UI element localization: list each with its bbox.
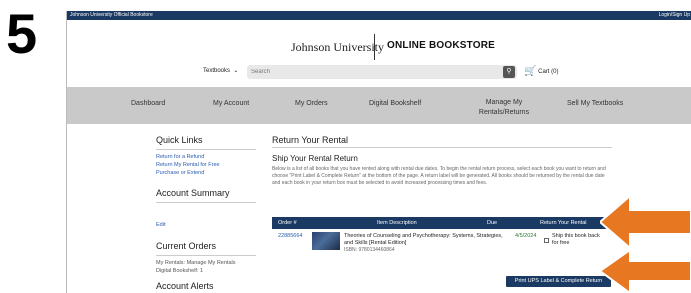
ship-book-checkbox[interactable] [544, 238, 549, 243]
chevron-down-icon: ⌄ [231, 68, 239, 74]
instructions-text: Below is a list of all books that you ha… [272, 166, 606, 186]
university-logo[interactable]: Johnson University [291, 40, 384, 55]
pointer-arrow-icon [600, 196, 691, 248]
cart-link[interactable]: 🛒 Cart (0) [524, 66, 558, 77]
nav-digital-bookshelf[interactable]: Digital Bookshelf [369, 99, 421, 109]
rentals-table-header: Order # Item Description Due Return Your… [272, 217, 612, 229]
print-label-button[interactable]: Print UPS Label & Complete Return [506, 276, 611, 287]
due-date: 4/5/2024 [515, 233, 537, 239]
search-row: Textbooks ⌄ ⚲ 🛒 Cart (0) [67, 64, 691, 82]
category-dropdown[interactable]: Textbooks ⌄ [203, 67, 238, 74]
divider [272, 147, 612, 148]
sidebar: Quick Links Return for a Refund Return M… [156, 135, 256, 293]
current-orders-bookshelf: Digital Bookshelf: 1 [156, 268, 204, 274]
search-input[interactable] [251, 67, 491, 77]
category-dropdown-label: Textbooks [203, 68, 231, 74]
link-return-rental[interactable]: Return My Rental for Free [156, 161, 256, 169]
store-tagline: Johnson University Official Bookstore [70, 12, 153, 18]
order-number-link[interactable]: 22885664 [278, 233, 302, 239]
divider [156, 255, 256, 256]
brand-divider [374, 34, 375, 60]
edit-link[interactable]: Edit [156, 221, 256, 229]
account-summary-heading: Account Summary [156, 188, 230, 198]
cart-icon: 🛒 [524, 66, 537, 77]
nav-dashboard[interactable]: Dashboard [131, 99, 165, 109]
nav-my-account[interactable]: My Account [213, 99, 249, 109]
quick-links-heading: Quick Links [156, 135, 203, 145]
book-cover-image [312, 232, 340, 250]
book-isbn: ISBN: 9780134460864 [344, 247, 395, 253]
login-link[interactable]: Login/Sign Up [659, 11, 690, 20]
step-number: 5 [6, 2, 38, 65]
col-return: Return Your Rental [540, 220, 587, 226]
pointer-arrow-icon [600, 250, 691, 293]
main-nav: Dashboard My Account My Orders Digital B… [67, 87, 691, 124]
col-item-description: Item Description [377, 220, 417, 226]
cart-label: Cart (0) [538, 69, 559, 76]
page-title: Return Your Rental [272, 135, 349, 145]
nav-manage-rentals[interactable]: Manage My Rentals/Returns [469, 98, 539, 118]
top-bar: Johnson University Official Bookstore Lo… [67, 11, 691, 20]
main-content: Return Your Rental Ship Your Rental Retu… [272, 135, 612, 287]
brand-header: Johnson University ONLINE BOOKSTORE [67, 32, 691, 62]
store-logo[interactable]: ONLINE BOOKSTORE [387, 40, 495, 51]
link-purchase-extend[interactable]: Purchase or Extend [156, 169, 256, 177]
search-box: ⚲ [247, 65, 517, 79]
section-title: Ship Your Rental Return [272, 154, 358, 163]
current-orders-heading: Current Orders [156, 241, 217, 251]
account-alerts-heading: Account Alerts [156, 281, 214, 291]
table-row: 22885664 Theories of Counseling and Psyc… [272, 231, 612, 263]
book-title: Theories of Counseling and Psychotherapy… [344, 233, 503, 246]
current-orders-rentals: My Rentals: Manage My Rentals [156, 260, 236, 266]
browser-frame: Johnson University Official Bookstore Lo… [66, 11, 691, 293]
link-return-refund[interactable]: Return for a Refund [156, 153, 256, 161]
divider [156, 149, 256, 150]
search-icon[interactable]: ⚲ [503, 66, 515, 78]
ship-book-label: Ship this book back for free [552, 233, 600, 246]
nav-sell-textbooks[interactable]: Sell My Textbooks [567, 99, 623, 109]
col-due: Due [487, 220, 498, 226]
divider [156, 202, 256, 203]
nav-my-orders[interactable]: My Orders [295, 99, 328, 109]
col-order: Order # [278, 220, 297, 226]
